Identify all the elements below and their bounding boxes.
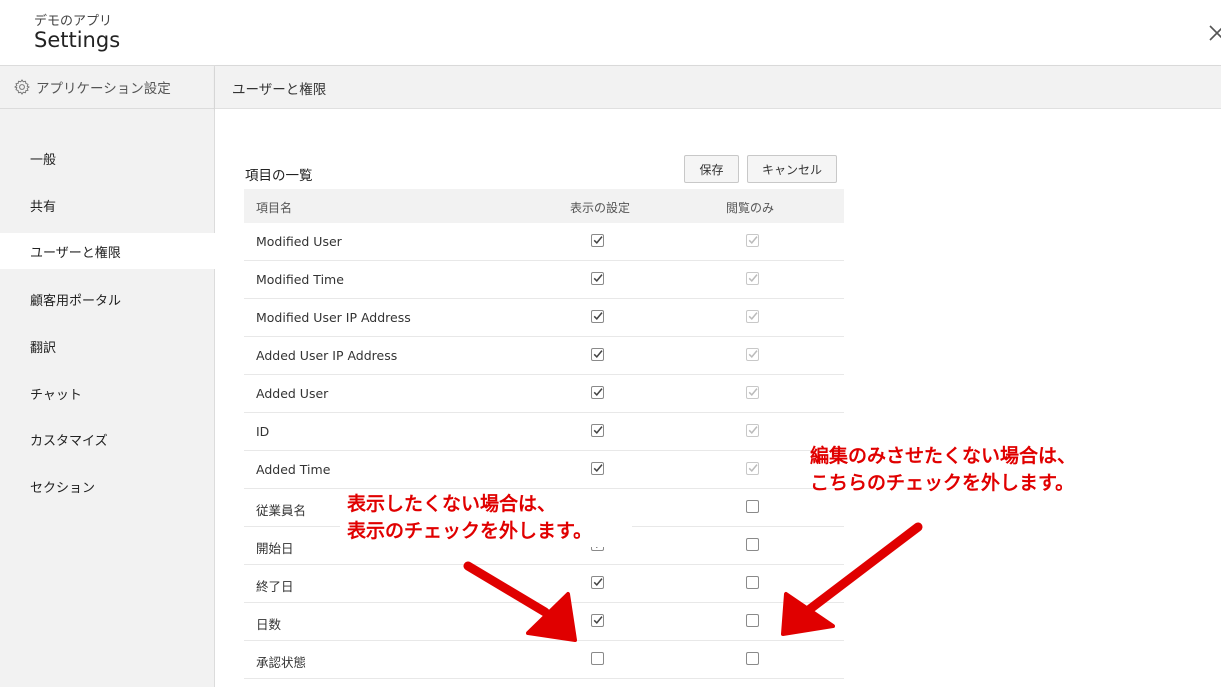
main-content: 項目の一覧 保存 キャンセル 項目名 表示の設定 閲覧のみ Modified U… bbox=[215, 109, 1221, 687]
table-row: 日数 bbox=[244, 603, 844, 641]
field-name: 承認状態 bbox=[256, 655, 307, 670]
readonly-checkbox bbox=[746, 348, 759, 361]
sidebar-item-label: カスタマイズ bbox=[30, 433, 108, 449]
show-checkbox[interactable] bbox=[591, 386, 604, 399]
annotation-show-setting: 表示したくない場合は、 表示のチェックを外します。 bbox=[347, 491, 592, 545]
table-row: Added User bbox=[244, 375, 844, 413]
sidebar: アプリケーション設定 一般 共有 ユーザーと権限 顧客用ポータル 翻訳 チャット… bbox=[0, 66, 215, 687]
annotation-line: 表示したくない場合は、 bbox=[347, 493, 557, 515]
field-name: Added Time bbox=[256, 462, 331, 477]
column-header-show: 表示の設定 bbox=[570, 201, 631, 215]
annotation-line: 表示のチェックを外します。 bbox=[347, 520, 593, 542]
section-title: ユーザーと権限 bbox=[232, 82, 327, 98]
readonly-checkbox bbox=[746, 234, 759, 247]
section-header: ユーザーと権限 bbox=[215, 66, 1221, 109]
table-header: 項目名 表示の設定 閲覧のみ bbox=[244, 189, 844, 223]
field-permissions-table: 項目名 表示の設定 閲覧のみ Modified User Modified Tim… bbox=[244, 189, 844, 679]
sidebar-item-label: 共有 bbox=[30, 199, 57, 215]
sidebar-heading: アプリケーション設定 bbox=[0, 66, 214, 109]
show-checkbox[interactable] bbox=[591, 272, 604, 285]
table-row: Added Time bbox=[244, 451, 844, 489]
app-name: デモのアプリ bbox=[34, 14, 113, 29]
annotation-line: 編集のみさせたくない場合は、 bbox=[810, 445, 1077, 467]
sidebar-item-translation[interactable]: 翻訳 bbox=[0, 328, 214, 364]
field-name: Added User bbox=[256, 386, 329, 401]
sidebar-item-sharing[interactable]: 共有 bbox=[0, 187, 214, 223]
table-row: 承認状態 bbox=[244, 641, 844, 679]
table-row: Added User IP Address bbox=[244, 337, 844, 375]
field-name: Modified User IP Address bbox=[256, 310, 411, 325]
readonly-checkbox[interactable] bbox=[746, 538, 759, 551]
readonly-checkbox[interactable] bbox=[746, 576, 759, 589]
field-name: Modified Time bbox=[256, 272, 344, 287]
field-name: ID bbox=[256, 424, 270, 439]
readonly-checkbox bbox=[746, 310, 759, 323]
sidebar-item-label: セクション bbox=[30, 480, 96, 496]
readonly-checkbox[interactable] bbox=[746, 500, 759, 513]
field-name: 終了日 bbox=[256, 579, 294, 594]
sidebar-item-customize[interactable]: カスタマイズ bbox=[0, 421, 214, 457]
sidebar-item-label: 一般 bbox=[30, 152, 57, 168]
table-row: Modified Time bbox=[244, 261, 844, 299]
column-header-field-name: 項目名 bbox=[256, 201, 293, 215]
table-row: Modified User IP Address bbox=[244, 299, 844, 337]
cancel-button[interactable]: キャンセル bbox=[747, 155, 837, 183]
show-checkbox[interactable] bbox=[591, 652, 604, 665]
readonly-checkbox bbox=[746, 424, 759, 437]
table-row: 終了日 bbox=[244, 565, 844, 603]
annotation-line: こちらのチェックを外します。 bbox=[810, 472, 1075, 494]
field-name: Modified User bbox=[256, 234, 342, 249]
sidebar-item-label: チャット bbox=[30, 387, 82, 403]
readonly-checkbox bbox=[746, 462, 759, 475]
column-header-readonly: 閲覧のみ bbox=[726, 201, 775, 215]
show-checkbox[interactable] bbox=[591, 576, 604, 589]
page-title: Settings bbox=[34, 28, 121, 52]
field-name: 開始日 bbox=[256, 541, 294, 556]
close-icon[interactable] bbox=[1206, 22, 1221, 46]
sidebar-heading-label: アプリケーション設定 bbox=[36, 81, 171, 97]
sidebar-item-customer-portal[interactable]: 顧客用ポータル bbox=[0, 281, 214, 317]
table-row: Modified User bbox=[244, 223, 844, 261]
save-button[interactable]: 保存 bbox=[684, 155, 739, 183]
gear-icon bbox=[14, 79, 30, 95]
show-checkbox[interactable] bbox=[591, 348, 604, 361]
annotation-readonly-setting: 編集のみさせたくない場合は、 こちらのチェックを外します。 bbox=[810, 443, 1076, 497]
table-row: ID bbox=[244, 413, 844, 451]
app-header: デモのアプリ Settings bbox=[0, 0, 1221, 66]
field-name: Added User IP Address bbox=[256, 348, 398, 363]
show-checkbox[interactable] bbox=[591, 310, 604, 323]
field-list-title: 項目の一覧 bbox=[245, 168, 313, 184]
field-name: 従業員名 bbox=[256, 503, 307, 518]
show-checkbox[interactable] bbox=[591, 234, 604, 247]
sidebar-item-chat[interactable]: チャット bbox=[0, 375, 214, 411]
sidebar-item-label: 翻訳 bbox=[30, 340, 57, 356]
show-checkbox[interactable] bbox=[591, 462, 604, 475]
show-checkbox[interactable] bbox=[591, 424, 604, 437]
sidebar-item-general[interactable]: 一般 bbox=[0, 140, 214, 176]
readonly-checkbox[interactable] bbox=[746, 614, 759, 627]
sidebar-item-label: ユーザーと権限 bbox=[30, 245, 121, 261]
readonly-checkbox[interactable] bbox=[746, 652, 759, 665]
show-checkbox[interactable] bbox=[591, 614, 604, 627]
sidebar-item-users-permissions[interactable]: ユーザーと権限 bbox=[0, 233, 215, 269]
sidebar-item-label: 顧客用ポータル bbox=[30, 293, 122, 309]
field-name: 日数 bbox=[256, 617, 282, 632]
readonly-checkbox bbox=[746, 272, 759, 285]
readonly-checkbox bbox=[746, 386, 759, 399]
sidebar-item-section[interactable]: セクション bbox=[0, 468, 214, 504]
